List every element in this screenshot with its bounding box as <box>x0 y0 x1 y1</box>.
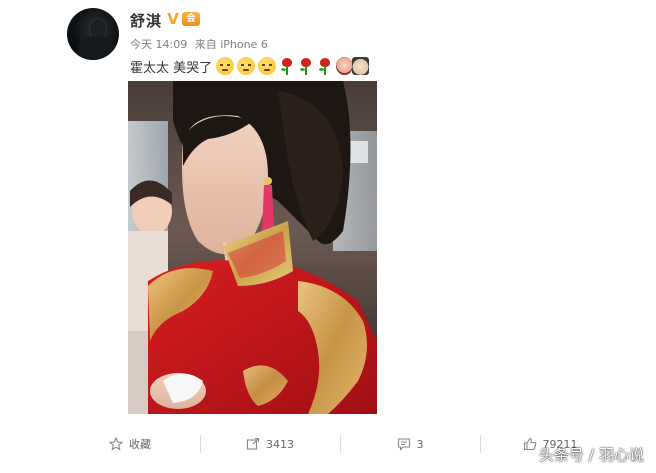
repost-count: 3413 <box>266 437 294 451</box>
watermark: 头条号 / 羽心说 <box>539 444 644 465</box>
post-photo[interactable] <box>128 81 377 414</box>
watermark-separator: / <box>588 445 594 464</box>
avatar-shoulder-shape <box>77 36 117 60</box>
couple-sticker-icon <box>336 56 370 76</box>
rose-emoji-icon <box>317 57 333 75</box>
star-icon <box>109 437 123 451</box>
favorite-label: 收藏 <box>129 438 151 451</box>
post-time[interactable]: 今天 14:09 <box>130 38 187 51</box>
bride-photo-illustration <box>128 81 377 414</box>
action-bar: 收藏 3413 3 79211 <box>60 426 620 462</box>
rose-emoji-icon <box>279 57 295 75</box>
vip-badge-icon[interactable]: 会 <box>182 12 200 26</box>
post-source: 来自 iPhone 6 <box>194 38 268 51</box>
comment-icon <box>397 438 410 451</box>
post-text: 霍太太 美哭了 <box>130 60 213 76</box>
comment-button[interactable]: 3 <box>340 432 480 456</box>
thumbs-up-icon <box>523 437 536 451</box>
verified-icon: V <box>167 10 179 28</box>
sad-face-emoji-icon <box>237 57 256 75</box>
repost-icon <box>246 437 260 450</box>
weibo-post-page: 舒淇 V 会 今天 14:09 来自 iPhone 6 霍太太 美哭了 收藏 3… <box>0 0 656 473</box>
comment-count: 3 <box>416 437 424 451</box>
sad-face-emoji-icon <box>258 57 277 75</box>
post-meta: 今天 14:09 来自 iPhone 6 <box>130 36 272 52</box>
author-name[interactable]: 舒淇 <box>130 10 162 31</box>
avatar[interactable] <box>67 8 119 60</box>
post-content: 霍太太 美哭了 <box>130 56 373 76</box>
rose-emoji-icon <box>298 57 314 75</box>
watermark-account: 羽心说 <box>598 446 644 464</box>
watermark-platform: 头条号 <box>538 446 584 464</box>
favorite-button[interactable]: 收藏 <box>60 432 200 456</box>
repost-button[interactable]: 3413 <box>200 432 340 456</box>
sad-face-emoji-icon <box>216 57 235 75</box>
